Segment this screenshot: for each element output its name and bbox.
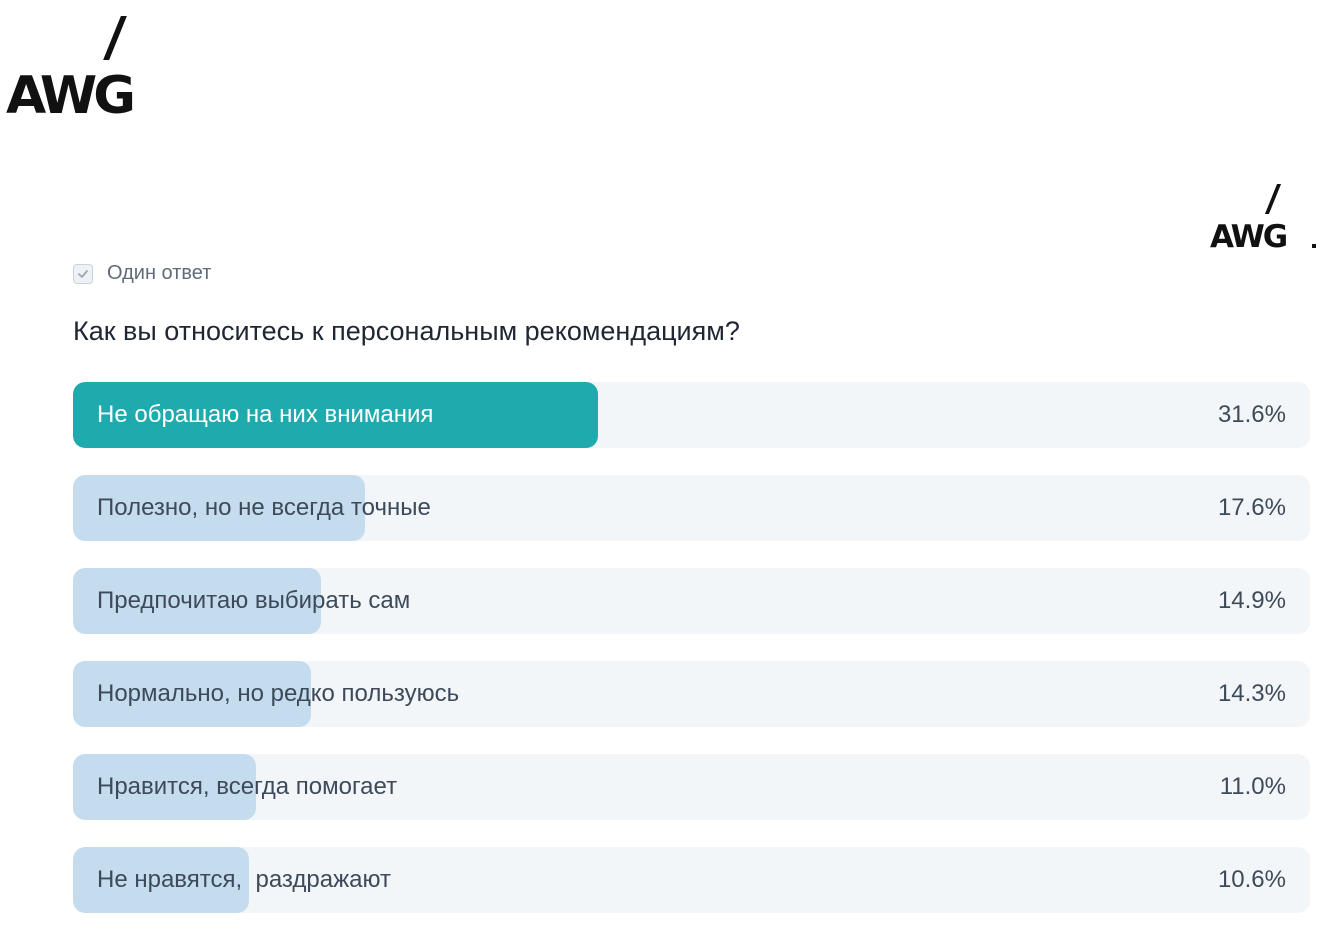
poll-option-label: Нравится, всегда помогает: [97, 773, 398, 800]
poll-option-label: Полезно, но не всегда точные: [97, 494, 431, 521]
poll-option-percent: 17.6%: [1217, 494, 1286, 521]
logo-text: AWG: [6, 66, 136, 126]
poll-option-percent: 14.3%: [1217, 680, 1286, 707]
logo-dot: [1312, 244, 1316, 248]
awg-logo-small: AWG: [1208, 182, 1328, 257]
poll-option: Предпочитаю выбирать сам 14.9%: [73, 568, 1310, 634]
answer-type-indicator: Один ответ: [73, 262, 211, 285]
poll-option: Не нравятся, раздражают 10.6%: [73, 847, 1310, 913]
logo-slash: [103, 16, 127, 60]
answer-type-label: Один ответ: [107, 262, 212, 284]
poll-options-list: Не обращаю на них внимания 31.6% Полезно, …: [73, 382, 1310, 938]
poll-option-label: Не нравятся, раздражают: [97, 866, 391, 893]
awg-logo-large: AWG: [6, 14, 166, 124]
poll-results-page: AWG AWG Один ответ Как вы относитесь к п…: [0, 0, 1332, 938]
poll-option-percent: 14.9%: [1217, 587, 1286, 614]
poll-option: Не обращаю на них внимания 31.6%: [73, 382, 1310, 448]
poll-question: Как вы относитесь к персональным рекомен…: [73, 316, 740, 346]
poll-option-percent: 11.0%: [1219, 773, 1286, 800]
poll-option: Нормально, но редко пользуюсь 14.3%: [73, 661, 1310, 727]
poll-option-label: Предпочитаю выбирать сам: [97, 587, 411, 614]
poll-option-label: Нормально, но редко пользуюсь: [97, 680, 460, 707]
poll-option: Нравится, всегда помогает 11.0%: [73, 754, 1310, 820]
checkbox-checked-icon: [73, 263, 93, 284]
poll-option-percent: 31.6%: [1217, 401, 1286, 428]
logo-text: AWG: [1210, 219, 1288, 255]
poll-option-percent: 10.6%: [1217, 866, 1286, 893]
poll-option-label: Не обращаю на них внимания: [97, 401, 434, 428]
logo-slash: [1264, 184, 1282, 214]
poll-option: Полезно, но не всегда точные 17.6%: [73, 475, 1310, 541]
